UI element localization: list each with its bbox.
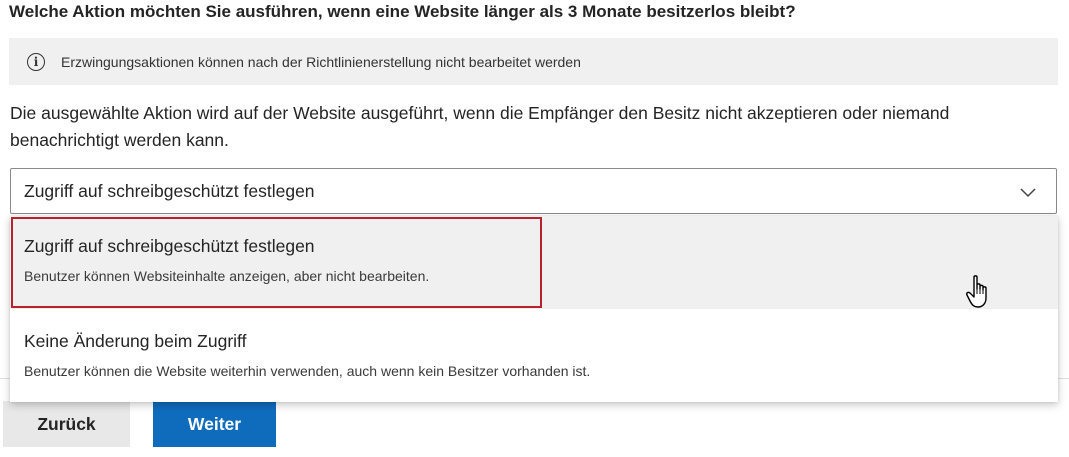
option-title: Keine Änderung beim Zugriff [24,331,247,351]
description-text: Die ausgewählte Aktion wird auf der Webs… [10,103,950,150]
dropdown-option-no-change[interactable]: Keine Änderung beim Zugriff Benutzer kön… [10,309,1058,402]
info-message-text: Erzwingungsaktionen können nach der Rich… [61,53,581,70]
option-subtitle: Benutzer können Websiteinhalte anzeigen,… [24,268,430,284]
action-dropdown[interactable]: Zugriff auf schreibgeschützt festlegen [10,168,1057,214]
chevron-down-icon [1020,188,1036,198]
dropdown-listbox: Zugriff auf schreibgeschützt festlegen B… [10,216,1058,402]
dropdown-option-read-only[interactable]: Zugriff auf schreibgeschützt festlegen B… [10,216,1058,309]
dropdown-selected-value: Zugriff auf schreibgeschützt festlegen [24,180,315,201]
hand-cursor-icon [966,275,987,308]
back-button[interactable]: Zurück [3,401,130,447]
highlight-annotation-box [11,217,542,308]
question-heading: Welche Aktion möchten Sie ausführen, wen… [9,2,796,21]
page: Welche Aktion möchten Sie ausführen, wen… [0,0,1069,457]
option-title: Zugriff auf schreibgeschützt festlegen [24,236,315,256]
info-icon: i [27,52,45,71]
next-button[interactable]: Weiter [153,401,276,447]
info-message-bar: i Erzwingungsaktionen können nach der Ri… [9,38,1058,85]
option-subtitle: Benutzer können die Website weiterhin ve… [24,363,591,379]
